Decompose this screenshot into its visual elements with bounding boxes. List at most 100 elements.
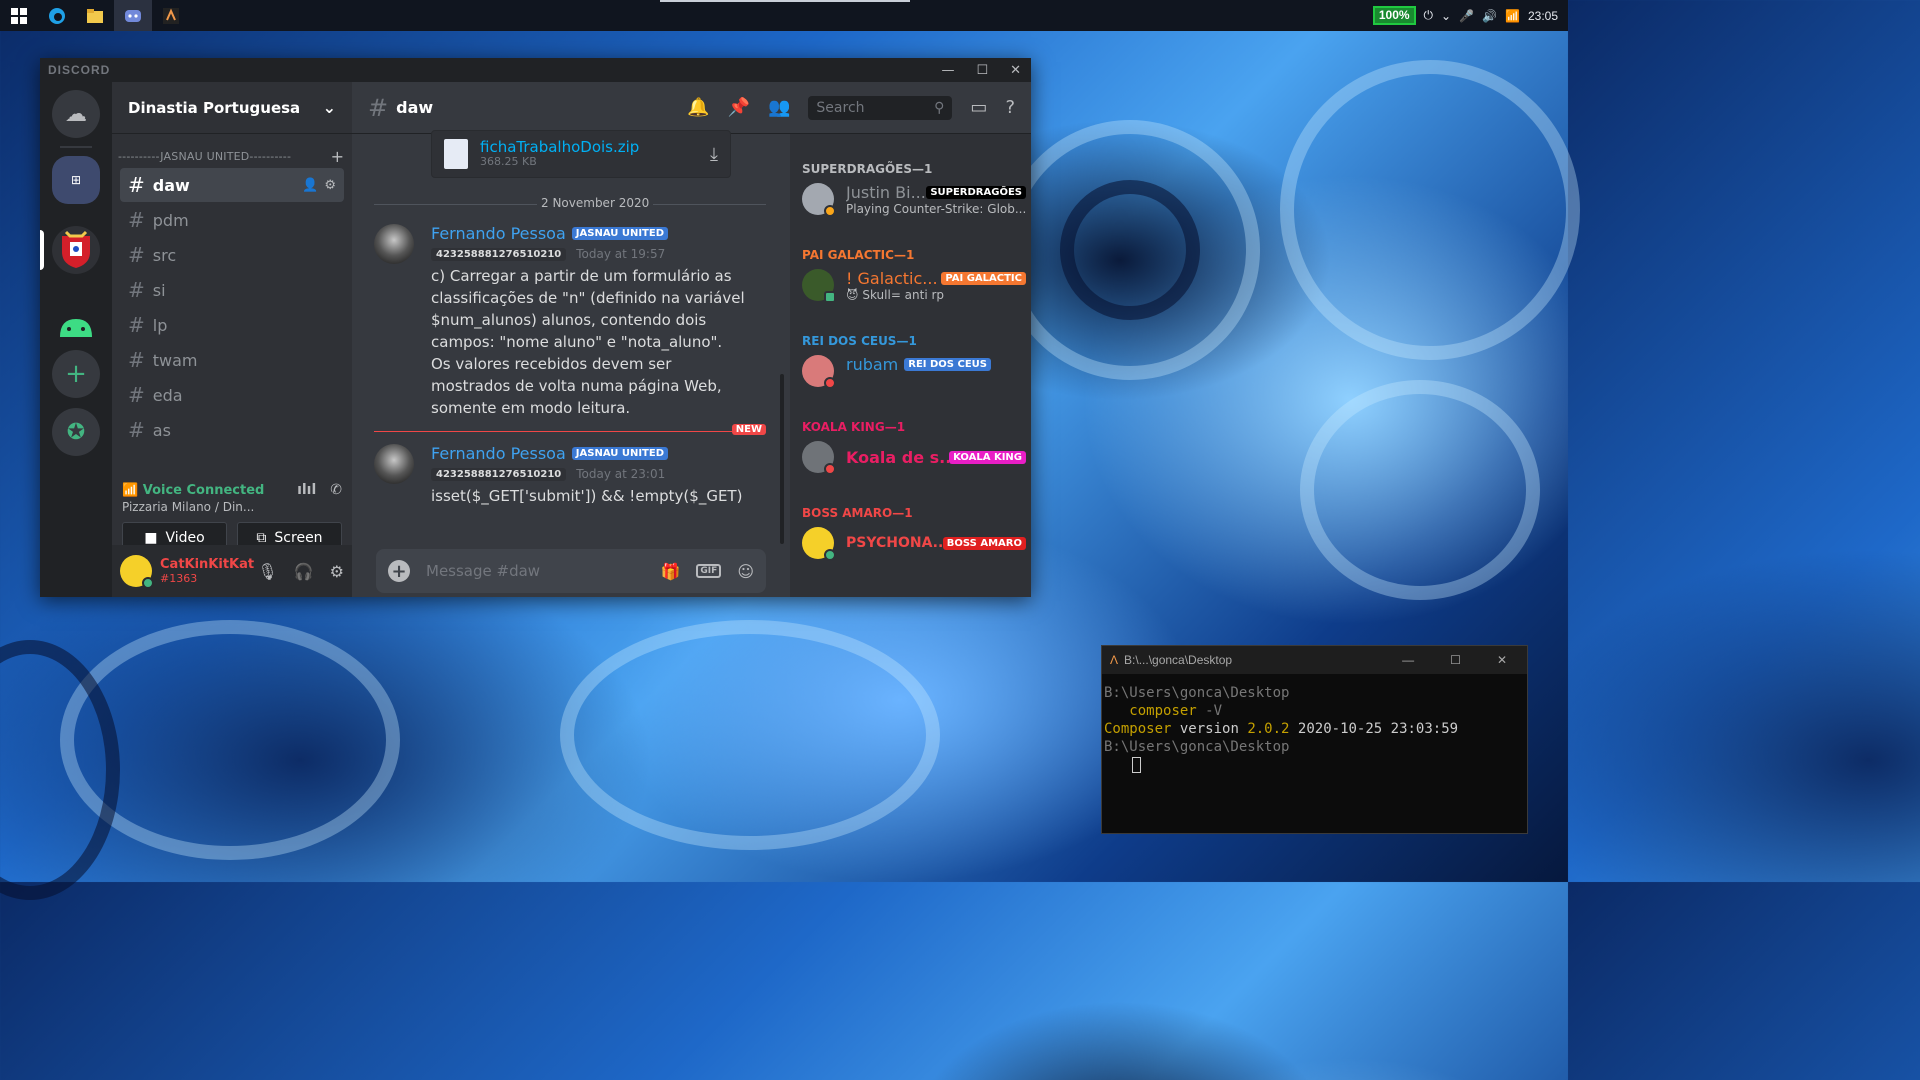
terminal-output[interactable]: B:\Users\gonca\Desktop composer -V Compo… xyxy=(1102,674,1527,784)
message-text: isset($_GET['submit']) && !empty($_GET) xyxy=(431,487,743,505)
channel-item-src[interactable]: # src xyxy=(120,238,344,272)
microphone-icon[interactable]: 🎙 xyxy=(257,562,277,581)
message-list: fichaTrabalhoDois.zip 368.25 KB ⤓ 2 Nove… xyxy=(352,130,784,597)
message-author[interactable]: Fernando Pessoa xyxy=(431,444,566,463)
headphones-icon[interactable]: 🎧 xyxy=(294,562,314,581)
chevron-down-icon[interactable]: ⌄ xyxy=(323,98,336,117)
upload-plus-icon[interactable]: + xyxy=(388,560,410,582)
channel-label: eda xyxy=(152,385,183,405)
search-input[interactable]: Search ⚲ xyxy=(808,95,953,120)
edge-browser-icon[interactable] xyxy=(38,0,76,31)
channel-label: lp xyxy=(152,315,168,335)
discord-taskbar-icon[interactable] xyxy=(114,0,152,31)
microphone-icon[interactable]: 🎤 xyxy=(1459,9,1474,23)
portugal-server-icon[interactable] xyxy=(52,226,100,274)
message-author[interactable]: Fernando Pessoa xyxy=(431,224,566,243)
android-server-icon[interactable] xyxy=(52,302,100,350)
pin-icon[interactable]: 📌 xyxy=(728,97,750,118)
download-icon[interactable]: ⤓ xyxy=(710,144,718,165)
hash-icon: # xyxy=(128,243,145,267)
gif-button[interactable]: GIF xyxy=(696,564,722,578)
date-divider-label: 2 November 2020 xyxy=(537,196,654,210)
channel-label: pdm xyxy=(152,210,189,230)
file-attachment[interactable]: fichaTrabalhoDois.zip 368.25 KB ⤓ xyxy=(431,130,731,178)
terminal-window: Λ B:\...\gonca\Desktop — ☐ ✕ B:\Users\go… xyxy=(1101,645,1528,834)
gear-icon[interactable]: ⚙ xyxy=(324,178,336,193)
timestamp: Today at 19:57 xyxy=(576,247,666,261)
scrollbar[interactable] xyxy=(780,374,784,544)
terminal-output-date: 2020-10-25 23:03:59 xyxy=(1297,721,1459,737)
inbox-icon[interactable]: ▭ xyxy=(970,97,987,118)
avatar[interactable] xyxy=(374,444,414,484)
member-item[interactable]: Justin Bi... SUPERDRAGÕES Playing Counte… xyxy=(802,178,1026,220)
file-explorer-icon[interactable] xyxy=(76,0,114,31)
search-placeholder: Search xyxy=(816,99,865,116)
channel-category[interactable]: ----------JASNAU UNITED---------- + xyxy=(112,140,352,166)
server-name: Dinastia Portuguesa xyxy=(128,98,301,117)
user-id-badge: 423258881276510210 xyxy=(431,467,567,481)
terminal-taskbar-icon[interactable] xyxy=(152,0,190,31)
voice-location[interactable]: Pizzaria Milano / Din... xyxy=(122,500,342,514)
invite-icon[interactable]: 👤 xyxy=(302,178,318,193)
member-group-title: PAI GALACTIC—1 xyxy=(802,248,915,262)
message: Fernando Pessoa JASNAU UNITED 4232588812… xyxy=(374,224,764,419)
minimize-icon[interactable]: — xyxy=(941,63,954,78)
clock[interactable]: 23:05 xyxy=(1528,9,1558,23)
server-header[interactable]: Dinastia Portuguesa ⌄ xyxy=(112,82,352,134)
avatar[interactable] xyxy=(120,555,154,589)
avatar xyxy=(802,183,836,217)
gift-icon[interactable]: 🎁 xyxy=(661,562,681,581)
maximize-icon[interactable]: ☐ xyxy=(1450,653,1461,667)
member-item[interactable]: Koala de s... KOALA KING xyxy=(802,436,1026,478)
wifi-icon[interactable]: 📶 xyxy=(1505,9,1520,23)
voice-status[interactable]: 📶 Voice Connected xyxy=(122,483,264,498)
channel-item-pdm[interactable]: # pdm xyxy=(120,203,344,237)
home-icon[interactable]: ☁ xyxy=(52,90,100,138)
member-list: SUPERDRAGÕES—1 Justin Bi... SUPERDRAGÕES… xyxy=(790,134,1031,597)
member-item[interactable]: rubam REI DOS CEUS xyxy=(802,350,1026,392)
member-item[interactable]: PSYCHONA... BOSS AMARO xyxy=(802,522,1026,564)
maximize-icon[interactable]: ☐ xyxy=(976,63,988,78)
bell-icon[interactable]: 🔔 xyxy=(687,97,709,118)
file-name-link[interactable]: fichaTrabalhoDois.zip xyxy=(480,140,639,155)
close-icon[interactable]: ✕ xyxy=(1010,63,1021,78)
channel-item-twam[interactable]: # twam xyxy=(120,343,344,377)
power-plug-icon[interactable]: ⏻ xyxy=(1424,8,1434,23)
date-divider: 2 November 2020 xyxy=(374,196,766,210)
screen-label: Screen xyxy=(274,530,323,546)
chevron-down-icon[interactable]: ⌄ xyxy=(1441,9,1451,23)
member-item[interactable]: ! Galactic... PAI GALACTIC 😈 Skull= anti… xyxy=(802,264,1026,306)
add-channel-icon[interactable]: + xyxy=(331,147,344,166)
discord-window: DISCORD — ☐ ✕ ☁ ⊞ + ✪ Dinastia Portugues… xyxy=(40,58,1031,597)
battery-indicator[interactable]: 100% xyxy=(1372,6,1416,25)
taskbar: 100% ⏻ ⌄ 🎤 🔊 📶 23:05 xyxy=(0,0,1568,31)
add-server-icon[interactable]: + xyxy=(52,350,100,398)
help-icon[interactable]: ? xyxy=(1005,97,1015,118)
emoji-icon[interactable]: ☺ xyxy=(737,562,754,581)
channel-item-daw[interactable]: # daw 👤 ⚙ xyxy=(120,168,344,202)
wallpaper-swirl xyxy=(1060,180,1200,320)
channel-item-eda[interactable]: # eda xyxy=(120,378,344,412)
disconnect-icon[interactable]: ✆ xyxy=(330,482,342,498)
message-input[interactable] xyxy=(426,562,626,580)
explore-compass-icon[interactable]: ✪ xyxy=(52,408,100,456)
volume-icon[interactable]: 🔊 xyxy=(1482,9,1497,23)
noise-suppression-icon[interactable]: ılıl xyxy=(297,482,316,498)
minimize-icon[interactable]: — xyxy=(1402,653,1414,667)
close-icon[interactable]: ✕ xyxy=(1497,653,1507,667)
channel-item-si[interactable]: # si xyxy=(120,273,344,307)
user-panel: CatKinKitKat #1363 🎙 🎧 ⚙ xyxy=(112,545,352,597)
windows-start-icon[interactable] xyxy=(0,0,38,31)
avatar[interactable] xyxy=(374,224,414,264)
channel-item-as[interactable]: # as xyxy=(120,413,344,447)
channel-item-lp[interactable]: # lp xyxy=(120,308,344,342)
member-name: PSYCHONA... xyxy=(846,535,943,551)
members-icon[interactable]: 👥 xyxy=(768,97,790,118)
search-icon: ⚲ xyxy=(934,99,945,116)
gear-icon[interactable]: ⚙ xyxy=(330,562,344,581)
role-badge: JASNAU UNITED xyxy=(571,447,669,460)
member-role-badge: SUPERDRAGÕES xyxy=(926,185,1026,199)
avatar xyxy=(802,355,836,389)
wallpaper-swirl xyxy=(1280,60,1580,360)
server-folder-icon[interactable]: ⊞ xyxy=(52,156,100,204)
